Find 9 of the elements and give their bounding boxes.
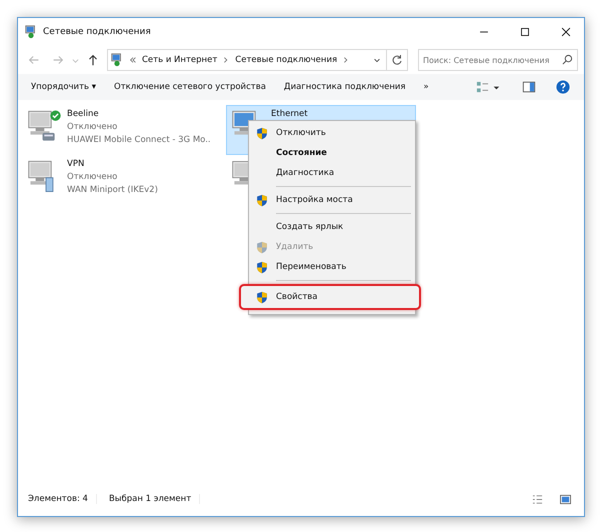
window-title: Сетевые подключения: [43, 27, 151, 37]
connection-status: Отключено: [67, 121, 118, 133]
item-count: Элементов: 4: [28, 494, 97, 504]
device-name: WAN Miniport (IKEv2): [67, 184, 158, 196]
connection-name: Ethernet: [271, 108, 308, 120]
connection-name: VPN: [67, 158, 86, 170]
connection-name: Beeline: [67, 108, 100, 120]
selection-count: Выбран 1 элемент: [108, 494, 200, 504]
connection-status: Отключено: [67, 171, 118, 183]
